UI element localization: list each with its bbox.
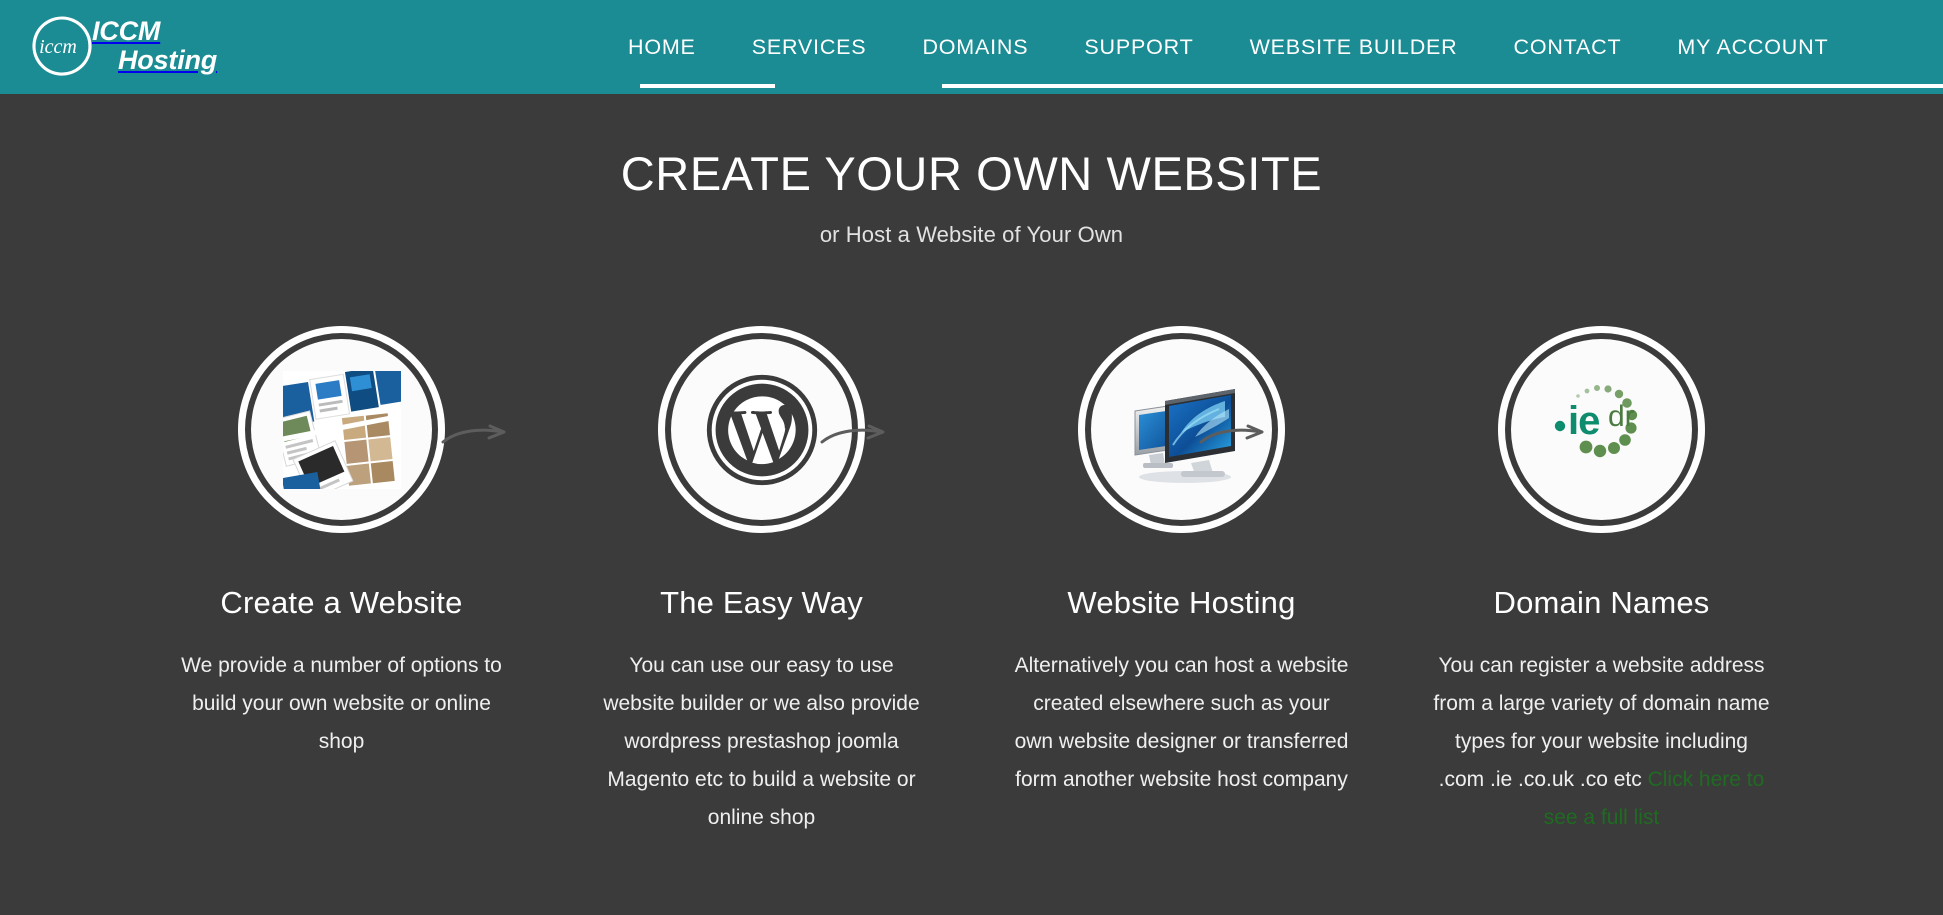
feature-icon-frame xyxy=(238,326,445,533)
feature-icon-inner: ie dr xyxy=(1511,339,1692,520)
feature-description: You can register a website address from … xyxy=(1432,647,1772,837)
iccm-circle-icon: iccm xyxy=(26,10,98,82)
svg-text:dr: dr xyxy=(1608,400,1635,433)
brand-logo[interactable]: iccm ICCM Hosting xyxy=(26,6,217,86)
page-subtitle: or Host a Website of Your Own xyxy=(819,222,1124,247)
svg-text:iccm: iccm xyxy=(39,36,77,58)
nav-item-my-account[interactable]: MY ACCOUNT xyxy=(1677,35,1828,60)
nav-item-website-builder[interactable]: WEBSITE BUILDER xyxy=(1250,35,1458,60)
site-header: iccm ICCM Hosting HOME SERVICES DOMAINS … xyxy=(0,0,1943,94)
feature-title: Domain Names xyxy=(1493,585,1710,620)
iedr-logo-icon: ie dr xyxy=(1538,366,1666,494)
step-arrow-icon xyxy=(1198,422,1268,448)
brand-line-1: ICCM xyxy=(92,16,161,46)
feature-title: Create a Website xyxy=(220,585,463,620)
feature-description: We provide a number of options to build … xyxy=(181,654,502,753)
feature-description: You can use our easy to use website buil… xyxy=(603,654,920,829)
feature-icon-inner xyxy=(251,339,432,520)
nav-item-services[interactable]: SERVICES xyxy=(752,35,867,60)
feature-card-create-a-website: Create a Website We provide a number of … xyxy=(132,326,552,761)
nav-item-support[interactable]: SUPPORT xyxy=(1084,35,1193,60)
feature-row: Create a Website We provide a number of … xyxy=(0,326,1943,837)
wordpress-logo-icon xyxy=(703,371,821,489)
feature-card-website-hosting: Website Hosting Alternatively you can ho… xyxy=(972,326,1392,799)
nav-item-home[interactable]: HOME xyxy=(628,35,696,60)
step-arrow-icon xyxy=(440,422,510,448)
nav-item-contact[interactable]: CONTACT xyxy=(1514,35,1622,60)
nav-underline-bar xyxy=(942,84,1943,88)
step-arrow-icon xyxy=(819,422,889,448)
nav-item-domains[interactable]: DOMAINS xyxy=(922,35,1028,60)
feature-title: Website Hosting xyxy=(1067,585,1296,620)
svg-text:ie: ie xyxy=(1568,399,1599,443)
main-navigation: HOME SERVICES DOMAINS SUPPORT WEBSITE BU… xyxy=(628,0,1828,94)
brand-line-2: Hosting xyxy=(118,45,218,75)
feature-title: The Easy Way xyxy=(660,585,863,620)
feature-card-the-easy-way: The Easy Way You can use our easy to use… xyxy=(552,326,972,837)
feature-description: Alternatively you can host a website cre… xyxy=(1014,654,1349,791)
website-templates-collage-icon xyxy=(282,370,401,489)
feature-card-domain-names: ie dr Domain Names You can register a we… xyxy=(1392,326,1812,837)
brand-wordmark: ICCM Hosting xyxy=(92,17,217,75)
page-body: CREATE YOUR OWN WEBSITE or Host a Websit… xyxy=(0,94,1943,837)
feature-icon-frame: ie dr xyxy=(1498,326,1705,533)
nav-active-underline-home xyxy=(640,84,775,88)
page-title: CREATE YOUR OWN WEBSITE xyxy=(620,147,1323,200)
